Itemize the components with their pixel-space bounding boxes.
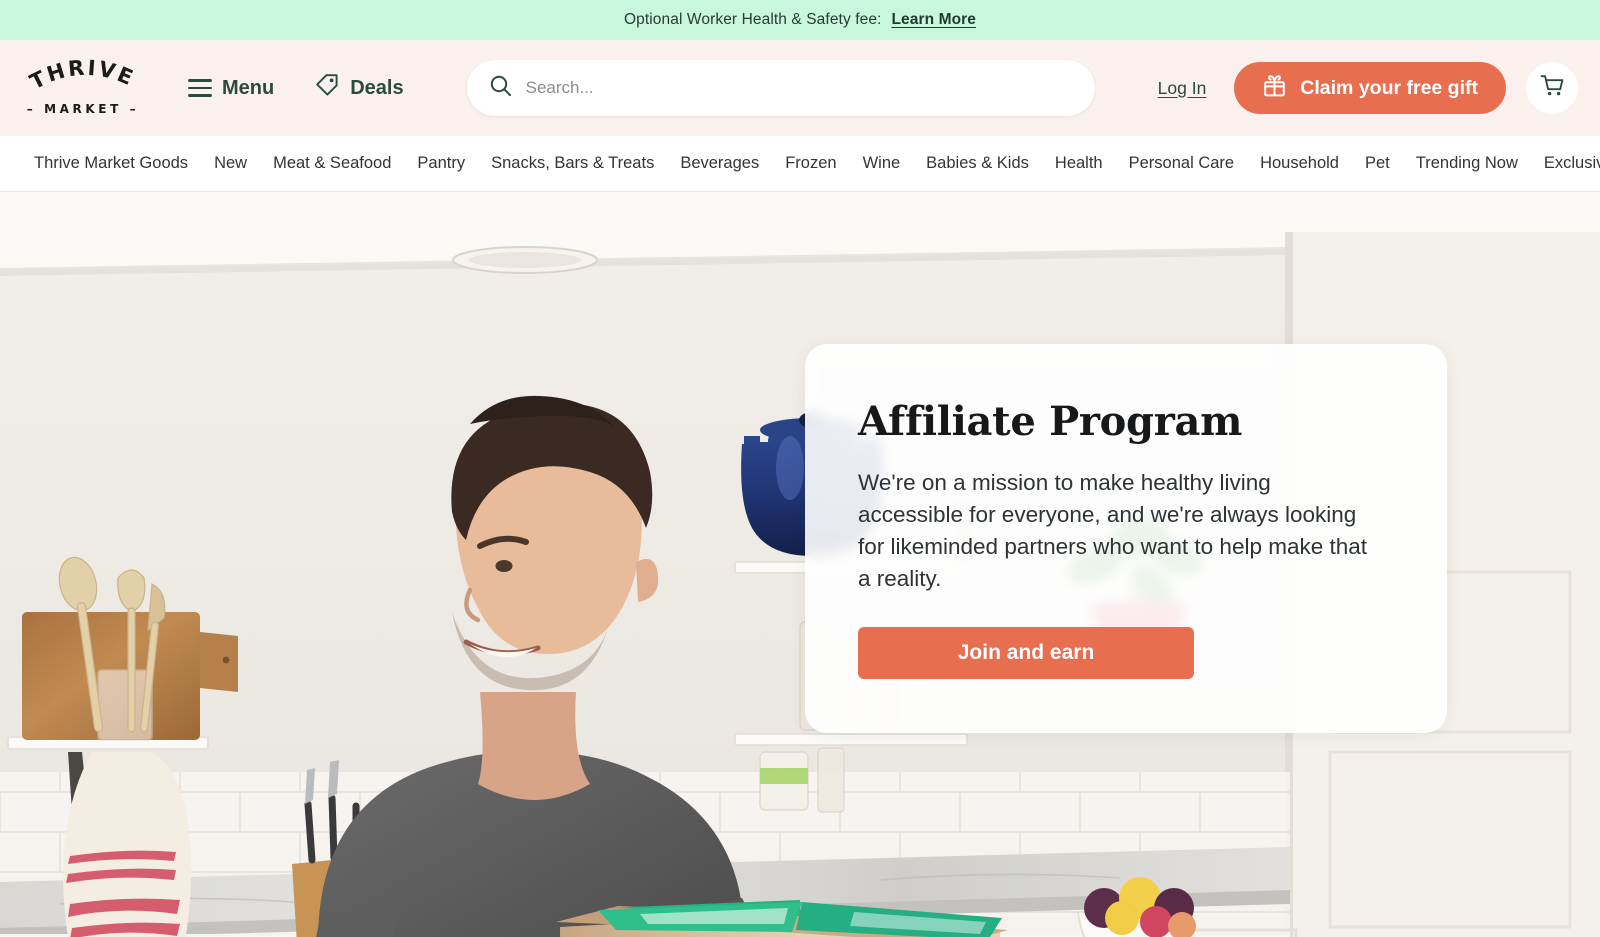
hero-section: THRIVE – MARKET – Roya EPIC OVEN BAKED P… — [0, 192, 1600, 937]
search-container — [404, 60, 1158, 116]
learn-more-link[interactable]: Learn More — [891, 11, 976, 29]
affiliate-card-description: We're on a mission to make healthy livin… — [858, 470, 1368, 591]
catnav-item-babies-kids[interactable]: Babies & Kids — [913, 154, 1042, 173]
site-header: THRIVE – MARKET – Menu Deals Search... L… — [0, 40, 1600, 136]
catnav-item-exclusives[interactable]: Exclusives — [1531, 154, 1600, 173]
category-nav: Thrive Market Goods New Meat & Seafood P… — [0, 136, 1600, 192]
promo-banner-text: Optional Worker Health & Safety fee: — [623, 11, 882, 28]
cart-icon — [1539, 72, 1566, 104]
catnav-item-wine[interactable]: Wine — [850, 154, 914, 173]
claim-free-gift-label: Claim your free gift — [1300, 76, 1478, 99]
catnav-item-beverages[interactable]: Beverages — [667, 154, 772, 173]
promo-banner: Optional Worker Health & Safety fee: Lea… — [0, 0, 1600, 40]
catnav-item-household[interactable]: Household — [1247, 154, 1352, 173]
claim-free-gift-button[interactable]: Claim your free gift — [1234, 62, 1506, 114]
hamburger-icon — [188, 79, 212, 97]
login-link[interactable]: Log In — [1158, 78, 1207, 99]
catnav-item-frozen[interactable]: Frozen — [772, 154, 849, 173]
svg-text:THRIVE: THRIVE — [26, 59, 138, 94]
catnav-item-health[interactable]: Health — [1042, 154, 1116, 173]
search-input[interactable] — [525, 78, 1073, 98]
deals-button-label: Deals — [350, 76, 404, 99]
menu-button-label: Menu — [222, 76, 275, 99]
catnav-item-personal-care[interactable]: Personal Care — [1116, 154, 1247, 173]
gift-icon — [1262, 73, 1287, 104]
catnav-item-pantry[interactable]: Pantry — [404, 154, 478, 173]
catnav-item-new[interactable]: New — [201, 154, 260, 173]
search-icon — [489, 74, 512, 102]
catnav-item-trending-now[interactable]: Trending Now — [1403, 154, 1531, 173]
catnav-item-pet[interactable]: Pet — [1352, 154, 1403, 173]
affiliate-card-title: Affiliate Program — [858, 398, 1243, 445]
tag-icon — [314, 72, 340, 104]
svg-text:– MARKET –: – MARKET – — [27, 102, 140, 116]
affiliate-program-card: Affiliate Program We're on a mission to … — [805, 344, 1447, 733]
catnav-item-meat-seafood[interactable]: Meat & Seafood — [260, 154, 404, 173]
menu-button[interactable]: Menu — [188, 77, 274, 100]
catnav-item-snacks-bars-treats[interactable]: Snacks, Bars & Treats — [478, 154, 667, 173]
thrive-market-logo[interactable]: THRIVE – MARKET – — [18, 59, 148, 117]
cart-button[interactable] — [1526, 62, 1578, 114]
join-and-earn-button[interactable]: Join and earn — [858, 626, 1194, 679]
deals-button[interactable]: Deals — [314, 72, 404, 104]
catnav-item-thrive-market-goods[interactable]: Thrive Market Goods — [30, 154, 201, 173]
search-box[interactable] — [466, 60, 1095, 116]
